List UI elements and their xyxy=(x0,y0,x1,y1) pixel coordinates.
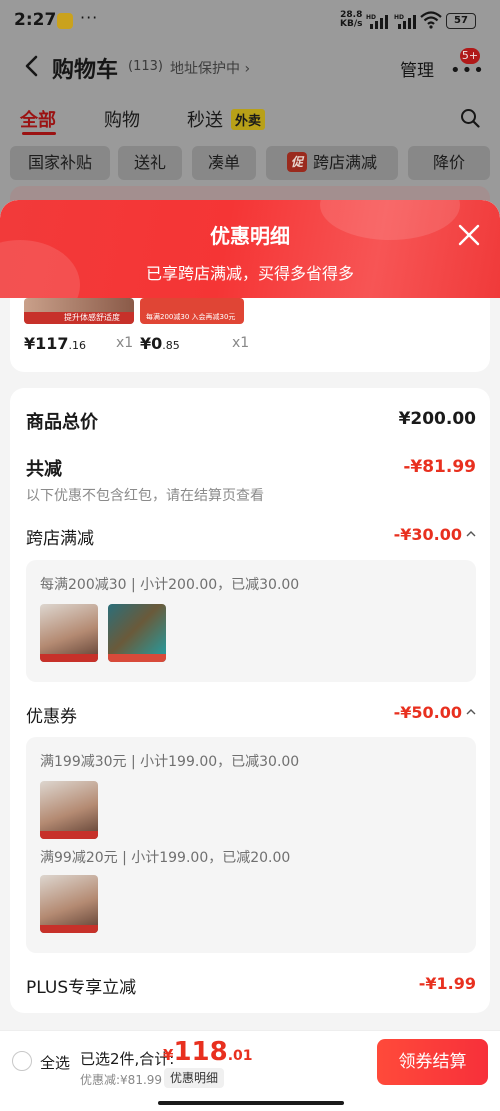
cart-tabs: 全部 购物 秒送 外卖 xyxy=(0,100,500,136)
filter-chips: 国家补贴 送礼 凑单 促跨店满减 降价 xyxy=(0,146,500,182)
discount-amount: 优惠减:¥81.99 xyxy=(80,1073,163,1087)
product-thumbnail-band xyxy=(40,925,98,933)
network-speed: 28.8 KB/s xyxy=(340,11,362,29)
cart-background-page: 2:27 ··· 28.8 KB/s HD HD 57 购物车 (113) 地址… xyxy=(0,0,500,220)
item-price: ¥117.16 xyxy=(24,334,86,353)
cross-store-toggle[interactable]: -¥30.00 xyxy=(394,525,476,544)
selected-summary: 已选2件,合计: xyxy=(80,1050,175,1068)
filter-price-drop[interactable]: 降价 xyxy=(408,146,490,180)
tab-shopping[interactable]: 购物 xyxy=(104,106,140,132)
home-indicator[interactable] xyxy=(158,1101,344,1105)
select-all-checkbox[interactable] xyxy=(12,1051,32,1071)
back-icon[interactable] xyxy=(22,54,42,78)
plus-label: PLUS专享立减 xyxy=(26,978,137,998)
promo-icon: 促 xyxy=(286,152,307,172)
coupon-label: 优惠券 xyxy=(26,707,77,727)
product-thumbnail-text: 提升体感舒适度 xyxy=(64,313,120,322)
total-currency: ¥ xyxy=(163,1046,174,1064)
tab-instant[interactable]: 秒送 xyxy=(187,106,223,132)
product-thumbnail[interactable] xyxy=(40,875,98,933)
total-dec: .01 xyxy=(227,1048,253,1064)
item-price-int: ¥117 xyxy=(24,334,69,353)
total-int: 118 xyxy=(173,1037,228,1067)
cross-store-detail-text: 每满200减30 | 小计200.00，已减30.00 xyxy=(40,577,300,593)
sheet-subtitle: 已享跨店满减，买得多省得多 xyxy=(145,264,354,283)
battery-icon: 57 xyxy=(446,13,476,29)
message-badge: 5+ xyxy=(460,48,480,64)
manage-button[interactable]: 管理 xyxy=(400,56,434,81)
coupon-detail-text-1: 满199减30元 | 小计199.00，已减30.00 xyxy=(40,754,300,770)
active-tab-indicator xyxy=(22,132,56,135)
signal-icon: HD xyxy=(366,14,388,29)
product-thumbnail[interactable]: 提升体感舒适度 xyxy=(24,298,134,324)
cross-store-label: 跨店满减 xyxy=(26,529,94,549)
filter-cross-store-label: 跨店满减 xyxy=(312,153,377,172)
svg-text:HD: HD xyxy=(394,14,404,21)
item-qty: x1 xyxy=(232,335,250,351)
coupon-detail: 满199减30元 | 小计199.00，已减30.00 满99减20元 | 小计… xyxy=(26,737,476,953)
chevron-up-icon xyxy=(466,531,476,537)
product-thumbnail-band xyxy=(40,654,98,662)
cross-store-value: -¥30.00 xyxy=(393,525,462,544)
checkout-button[interactable]: 领券结算 xyxy=(377,1039,488,1085)
sheet-title: 优惠明细 xyxy=(210,224,290,248)
product-thumbnail[interactable] xyxy=(40,781,98,839)
filter-cross-store[interactable]: 促跨店满减 xyxy=(266,146,398,180)
status-more-icon: ··· xyxy=(80,8,99,27)
item-qty: x1 xyxy=(116,335,134,351)
chevron-up-icon xyxy=(466,709,476,715)
checkout-bar: 全选 已选2件,合计: ¥118.01 优惠减:¥81.99 优惠明细 领券结算 xyxy=(0,1030,500,1111)
status-time: 2:27 xyxy=(14,10,57,30)
discount-detail-button[interactable]: 优惠明细 xyxy=(164,1068,225,1088)
reduce-note: 以下优惠不包含红包，请在结算页查看 xyxy=(26,488,264,504)
total-label: 商品总价 xyxy=(26,412,98,433)
sheet-header: 优惠明细 已享跨店满减，买得多省得多 xyxy=(0,200,500,298)
coupon-value: -¥50.00 xyxy=(393,703,462,722)
address-protect-label[interactable]: 地址保护中 › xyxy=(170,58,250,78)
filter-gift[interactable]: 送礼 xyxy=(118,146,182,180)
filter-national-subsidy[interactable]: 国家补贴 xyxy=(10,146,110,180)
coupon-detail-text-2: 满99减20元 | 小计199.00，已减20.00 xyxy=(40,850,291,866)
close-icon[interactable] xyxy=(458,224,480,246)
svg-text:HD: HD xyxy=(366,14,376,21)
cross-store-detail: 每满200减30 | 小计200.00，已减30.00 xyxy=(26,560,476,682)
status-bar: 2:27 ··· 28.8 KB/s HD HD 57 xyxy=(0,0,500,40)
signal-icon: HD xyxy=(394,14,416,29)
item-price-dec: .85 xyxy=(162,339,180,352)
selected-items-strip: 提升体感舒适度 每满200减30 入会再减30元 ¥117.16 x1 ¥0.8… xyxy=(10,298,490,372)
product-thumbnail[interactable] xyxy=(108,604,166,662)
discount-summary-card: 商品总价 ¥200.00 共减 -¥81.99 以下优惠不包含红包，请在结算页查… xyxy=(10,388,490,1013)
reduce-value: -¥81.99 xyxy=(403,457,476,477)
product-thumbnail-text: 每满200减30 入会再减30元 xyxy=(146,313,236,321)
search-icon[interactable] xyxy=(460,108,480,128)
plus-value: -¥1.99 xyxy=(418,974,476,993)
item-price: ¥0.85 xyxy=(140,334,180,353)
total-value: ¥200.00 xyxy=(398,409,476,429)
product-thumbnail-band xyxy=(40,831,98,839)
page-title: 购物车 xyxy=(52,58,119,83)
total-amount: ¥118.01 xyxy=(163,1037,253,1067)
network-speed-unit: KB/s xyxy=(340,19,363,29)
product-thumbnail[interactable]: 每满200减30 入会再减30元 xyxy=(140,298,244,324)
coupon-toggle[interactable]: -¥50.00 xyxy=(394,703,476,722)
product-thumbnail[interactable] xyxy=(40,604,98,662)
product-thumbnail-band xyxy=(108,654,166,662)
select-all-label[interactable]: 全选 xyxy=(40,1052,70,1073)
item-price-int: ¥0 xyxy=(140,334,163,353)
notification-app-icon xyxy=(57,13,73,29)
filter-bundle[interactable]: 凑单 xyxy=(192,146,256,180)
reduce-label: 共减 xyxy=(26,459,62,480)
wifi-icon xyxy=(420,11,442,29)
cart-count: (113) xyxy=(128,59,163,74)
tab-all[interactable]: 全部 xyxy=(20,106,56,132)
discount-detail-sheet: 优惠明细 已享跨店满减，买得多省得多 提升体感舒适度 每满200减30 入会再减… xyxy=(0,200,500,1111)
takeaway-tag: 外卖 xyxy=(231,109,266,130)
item-price-dec: .16 xyxy=(68,339,87,352)
cart-title-bar: 购物车 (113) 地址保护中 › 管理 ••• 5+ xyxy=(0,44,500,88)
